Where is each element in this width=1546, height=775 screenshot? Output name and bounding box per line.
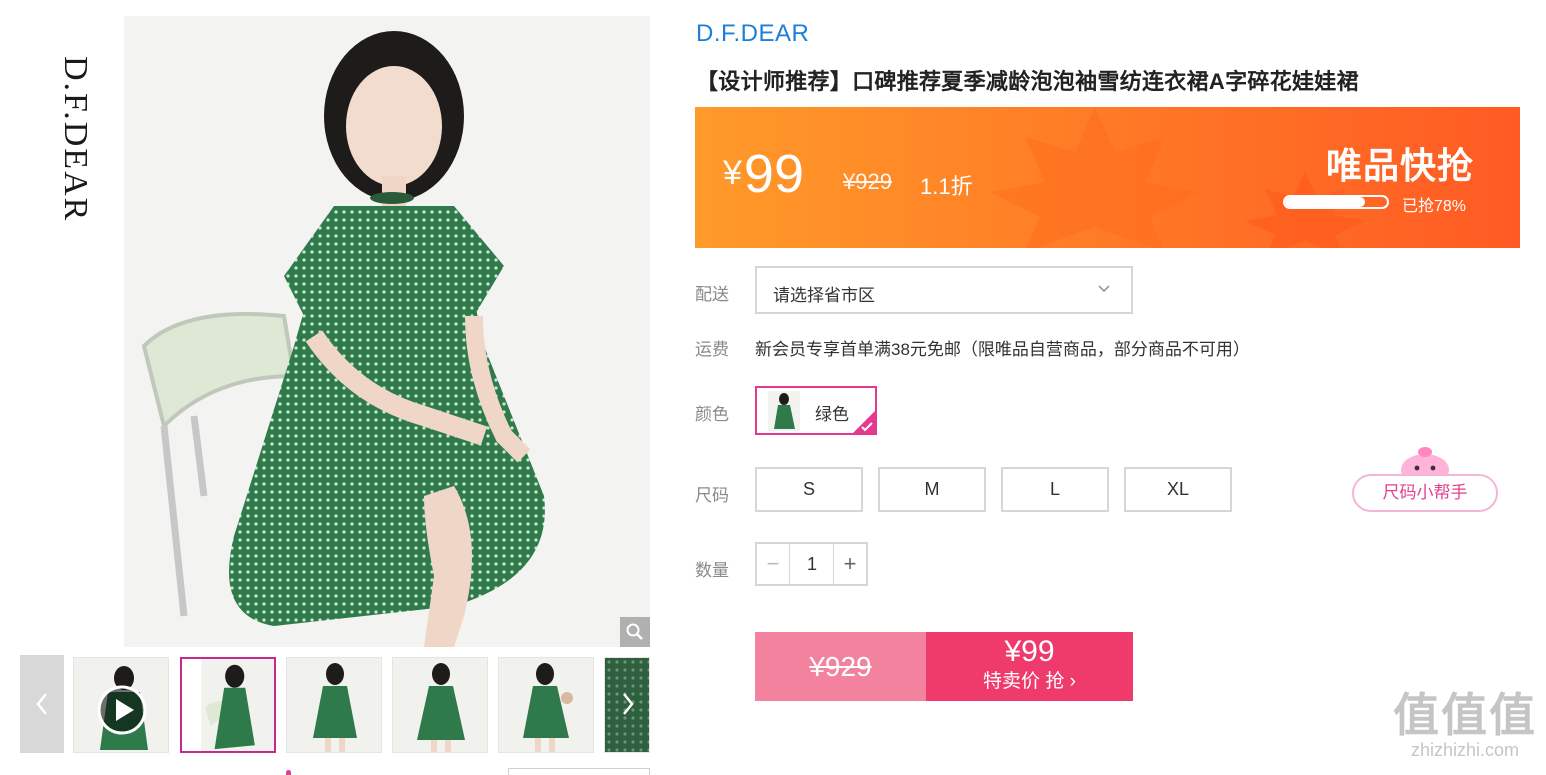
main-product-image[interactable]: D.F.DEAR	[20, 16, 650, 647]
brand-link[interactable]: D.F.DEAR	[696, 20, 809, 48]
maple-leaf-decoration	[990, 107, 1200, 248]
thumbnail-image	[393, 658, 487, 752]
size-option-m[interactable]: M	[878, 467, 986, 512]
watermark-url: zhizhizhi.com	[1410, 740, 1520, 760]
price-value: 99	[743, 144, 804, 204]
quantity-input[interactable]: 1	[790, 544, 834, 584]
size-option-l[interactable]: L	[1001, 467, 1109, 512]
brand-logo-vertical: D.F.DEAR	[57, 56, 94, 223]
check-icon	[861, 422, 873, 432]
quantity-increase-button[interactable]: +	[833, 544, 866, 584]
thumbnail-image	[74, 658, 168, 752]
watermark-logo: 值值值	[1393, 689, 1537, 741]
thumbnail-image[interactable]	[286, 657, 382, 753]
thumbnail-video[interactable]	[73, 657, 169, 753]
quantity-stepper: − 1 +	[755, 542, 868, 586]
site-watermark: 值值值 zhizhizhi.com	[1390, 690, 1540, 760]
quantity-label: 数量	[695, 561, 729, 580]
buy-now-button[interactable]: ¥99 特卖价 抢 ›	[926, 632, 1133, 701]
below-fold-box	[508, 768, 650, 775]
size-option-xl[interactable]: XL	[1124, 467, 1232, 512]
thumb-next-button[interactable]	[606, 655, 650, 753]
buy-original-price[interactable]: ¥929	[755, 632, 926, 701]
thumbnail-image	[499, 658, 593, 752]
region-select-value: 请选择省市区	[773, 286, 875, 305]
color-option-label: 绿色	[815, 405, 849, 424]
shipping-label: 运费	[695, 340, 729, 359]
thumbnail-strip	[20, 655, 650, 753]
brand-band: D.F.DEAR	[20, 16, 124, 647]
currency-symbol: ¥	[723, 154, 742, 192]
chevron-left-icon	[36, 693, 47, 715]
delivery-label: 配送	[695, 285, 729, 304]
discount-rate: 1.1折	[920, 174, 973, 199]
thumb-prev-button[interactable]	[20, 655, 64, 753]
chevron-down-icon	[1098, 285, 1110, 293]
shipping-info: 新会员专享首单满38元免邮（限唯品自营商品，部分商品不可用）	[755, 340, 1250, 359]
color-swatch-image	[760, 391, 800, 431]
size-helper-button[interactable]: 尺码小帮手	[1352, 474, 1498, 512]
sold-progress-bar	[1283, 195, 1389, 209]
color-label: 颜色	[695, 405, 729, 424]
sold-progress-fill	[1285, 197, 1365, 207]
product-title: 【设计师推荐】口碑推荐夏季减龄泡泡袖雪纺连衣裙A字碎花娃娃裙	[696, 69, 1359, 94]
thumbnail-image	[287, 658, 381, 752]
original-price: ¥929	[843, 169, 892, 194]
buy-price: ¥99	[1004, 635, 1055, 668]
thumbnail-image[interactable]	[392, 657, 488, 753]
model-photo	[124, 16, 650, 647]
region-select[interactable]: 请选择省市区	[755, 266, 1133, 314]
buy-action-label: 特卖价 抢 ›	[983, 671, 1076, 692]
indicator-dot	[286, 770, 291, 775]
quantity-decrease-button[interactable]: −	[757, 544, 790, 584]
thumbnail-image	[182, 659, 274, 751]
flash-sale-title: 唯品快抢	[1325, 145, 1474, 186]
thumbnail-image[interactable]	[498, 657, 594, 753]
flash-sale-banner: ¥99 ¥929 1.1折 唯品快抢 已抢78%	[695, 107, 1520, 248]
zoom-icon	[626, 623, 643, 640]
sold-progress-text: 已抢78%	[1402, 198, 1467, 215]
current-price: ¥99	[723, 143, 804, 205]
color-option-green[interactable]: 绿色	[755, 386, 877, 435]
zoom-button[interactable]	[620, 617, 650, 647]
chevron-right-icon	[623, 693, 634, 715]
size-label: 尺码	[695, 486, 729, 505]
size-option-s[interactable]: S	[755, 467, 863, 512]
thumbnail-image-selected[interactable]	[180, 657, 276, 753]
